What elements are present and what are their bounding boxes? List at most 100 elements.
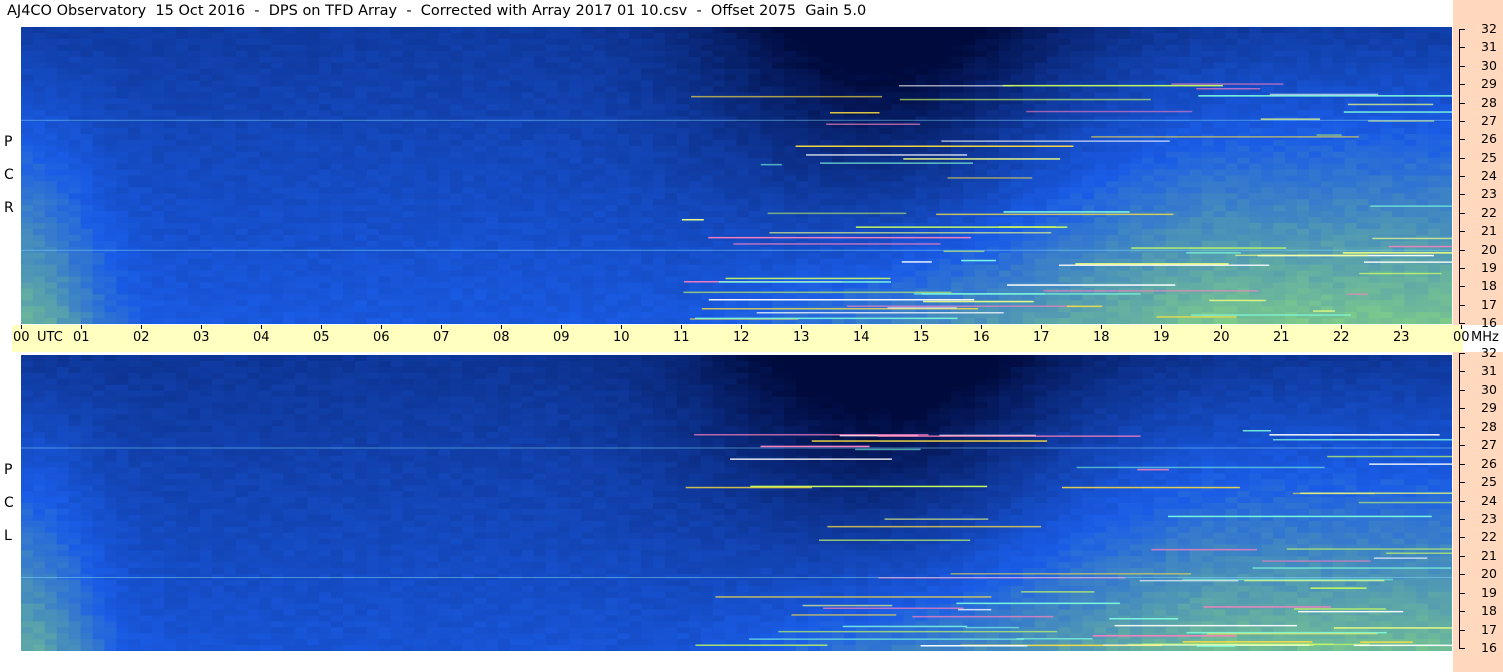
spectrogram-cell	[283, 110, 296, 117]
spectrogram-cell	[688, 38, 702, 46]
spectrogram-cell	[211, 228, 225, 236]
spectrogram-cell	[593, 27, 606, 34]
spectrogram-cell	[641, 32, 654, 40]
spectrogram-cell	[474, 175, 487, 183]
spectrogram-cell	[879, 205, 893, 212]
rcp-letter-r: R	[4, 200, 14, 216]
spectrogram-cell	[211, 205, 225, 212]
spectrogram-cell	[1344, 211, 1358, 218]
spectrogram-cell	[1249, 205, 1262, 212]
spectrogram-cell	[152, 193, 165, 200]
spectrogram-cell	[1213, 205, 1227, 212]
spectrogram-cell	[843, 32, 857, 40]
spectrogram-cell	[796, 169, 809, 177]
spectrogram-cell	[1392, 104, 1405, 111]
spectrogram-cell	[1165, 175, 1179, 183]
spectrogram-cell	[235, 122, 249, 129]
spectrogram-cell	[176, 98, 189, 105]
spectrogram-cell	[831, 92, 845, 99]
spectrogram-cell	[569, 62, 583, 70]
spectrogram-cell	[712, 122, 726, 129]
spectrogram-cell	[307, 127, 320, 135]
spectrogram-cell	[641, 264, 654, 272]
spectrogram-cell	[1213, 110, 1227, 117]
spectrogram-cell	[915, 110, 928, 117]
spectrogram-cell	[1416, 56, 1429, 64]
spectrogram-cell	[521, 116, 535, 123]
spectrogram-cell	[68, 133, 82, 141]
spectrogram-cell	[390, 139, 404, 147]
spectrogram-cell	[843, 163, 857, 171]
spectrogram-cell	[474, 258, 487, 266]
spectrogram-cell	[831, 193, 845, 200]
spectrogram-cell	[378, 139, 392, 147]
spectrogram-cell	[104, 62, 118, 70]
spectrogram-cell	[259, 139, 273, 147]
spectrogram-cell	[975, 175, 988, 183]
spectrogram-cell	[760, 104, 773, 111]
spectrogram-cell	[843, 217, 857, 224]
spectrogram-cell	[963, 92, 976, 99]
spectrogram-cell	[557, 270, 571, 278]
spectrogram-cell	[1189, 234, 1203, 242]
spectrogram-cell	[664, 80, 678, 87]
spectrogram-cell	[1046, 175, 1060, 183]
spectrogram-cell	[760, 116, 773, 123]
spectrogram-cell	[867, 169, 881, 177]
spectrogram-cell	[712, 199, 726, 206]
spectrogram-cell	[903, 205, 916, 212]
spectrogram-cell	[259, 104, 273, 111]
spectrogram-cell	[1332, 74, 1346, 82]
spectrogram-cell	[283, 127, 296, 135]
spectrogram-cell	[903, 223, 916, 230]
spectrogram-cell	[1320, 110, 1334, 117]
spectrogram-cell	[211, 169, 225, 177]
spectrogram-cell	[927, 169, 940, 177]
spectrogram-cell	[676, 228, 690, 236]
spectrogram-cell	[736, 175, 750, 183]
spectrogram-cell	[1368, 228, 1382, 236]
spectrogram-cell	[366, 122, 380, 129]
spectrogram-cell	[450, 50, 463, 58]
spectrogram-cell	[724, 68, 738, 76]
spectrogram-cell	[1308, 193, 1322, 200]
spectrogram-cell	[688, 127, 702, 135]
spectrogram-cell	[80, 27, 94, 34]
spectrogram-cell	[92, 264, 106, 272]
spectrogram-cell	[617, 223, 630, 230]
spectrogram-cell	[295, 223, 308, 230]
spectrogram-cell	[581, 68, 595, 76]
spectrogram-cell	[1249, 86, 1262, 93]
spectrogram-cell	[808, 92, 821, 99]
spectrogram-cell	[808, 175, 821, 183]
spectrogram-cell	[819, 38, 833, 46]
spectrogram-cell	[819, 258, 833, 266]
spectrogram-cell	[736, 56, 750, 64]
spectrogram-cell	[319, 32, 332, 40]
spectrogram-cell	[1046, 240, 1060, 248]
spectrogram-cell	[486, 50, 499, 58]
spectrogram-cell	[331, 68, 344, 76]
spectrogram-cell	[676, 68, 690, 76]
spectrogram-cell	[545, 74, 559, 82]
spectrogram-cell	[569, 169, 583, 177]
spectrogram-cell	[21, 68, 34, 76]
spectrogram-cell	[867, 62, 881, 70]
spectrogram-cell	[1022, 175, 1036, 183]
spectrogram-cell	[1296, 169, 1310, 177]
spectrogram-cell	[1428, 175, 1441, 183]
spectrogram-cell	[486, 104, 499, 111]
spectrogram-cell	[486, 27, 499, 34]
spectrogram-cell	[641, 133, 654, 141]
spectrogram-cell	[1058, 234, 1072, 242]
spectrogram-cell	[92, 122, 106, 129]
spectrogram-cell	[724, 122, 738, 129]
spectrogram-cell	[247, 104, 261, 111]
spectrogram-cell	[438, 205, 451, 212]
spectrogram-cell	[414, 258, 428, 266]
spectrogram-cell	[1046, 264, 1060, 272]
spectrogram-cell	[664, 270, 678, 278]
spectrogram-cell	[986, 217, 1000, 224]
spectrogram-cell	[1070, 187, 1083, 194]
spectrogram-cell	[474, 145, 487, 153]
